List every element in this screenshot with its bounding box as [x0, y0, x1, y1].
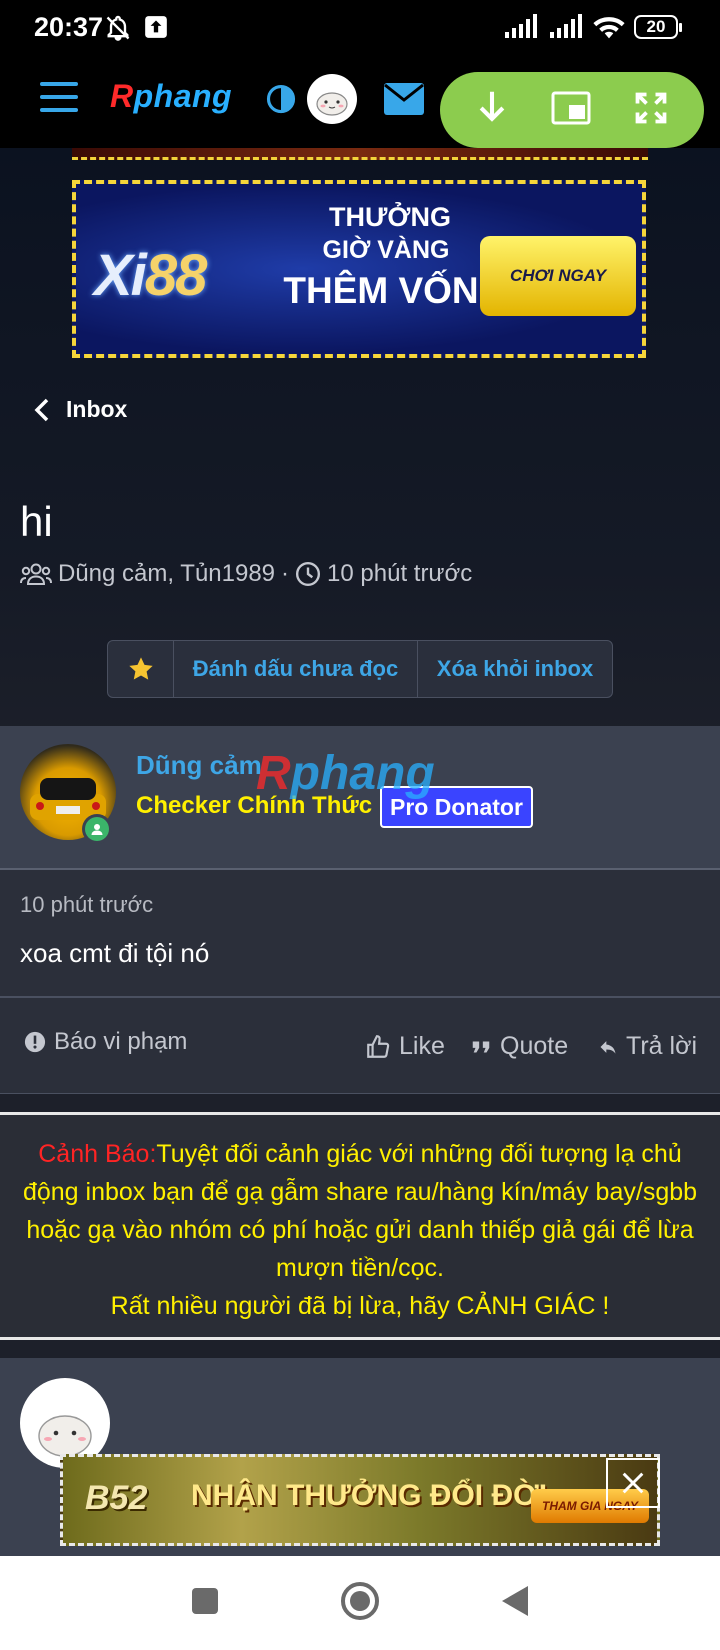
message-time[interactable]: 10 phút trước [20, 892, 153, 918]
close-icon[interactable] [606, 1458, 660, 1508]
back-label: Inbox [66, 396, 128, 422]
home-icon[interactable] [339, 1580, 381, 1627]
menu-icon[interactable] [40, 82, 78, 112]
picture-in-picture-icon[interactable] [551, 91, 591, 130]
warning-label: Cảnh Báo: [38, 1140, 157, 1168]
app-header: Rphang [0, 56, 720, 148]
like-button[interactable]: Like [365, 1032, 445, 1061]
star-icon [128, 657, 153, 680]
message-header: Dũng cảm Checker Chính Thức Pro Donator … [0, 726, 720, 870]
contrast-icon[interactable] [266, 84, 296, 119]
thread-action-bar: Đánh dấu chưa đọc Xóa khỏi inbox [107, 640, 613, 698]
reply-icon [600, 1040, 616, 1054]
message-text: xoa cmt đi tội nó [20, 938, 210, 968]
warning-text-2: Rất nhiều người đã bị lừa, hãy CẢNH GIÁC… [110, 1292, 610, 1320]
recent-apps-icon[interactable] [190, 1586, 220, 1621]
upload-icon [143, 14, 169, 45]
clock-icon [296, 561, 321, 587]
site-watermark: Rphang [256, 747, 435, 800]
ad-banner-b52[interactable]: B52 NHẬN THƯỞNG ĐỔI ĐỜI THAM GIA NGAY [60, 1454, 660, 1546]
alert-icon [24, 1031, 46, 1053]
ad-banner-xi88[interactable]: Xi88 THƯỞNG GIỜ VÀNG THÊM VỐN CHƠI NGAY [72, 180, 646, 358]
ad-logo: Xi88 [94, 243, 207, 308]
reply-label: Trả lời [626, 1032, 698, 1060]
wifi-icon [592, 14, 626, 45]
signal-icon [550, 14, 586, 43]
thumbs-up-icon [367, 1034, 390, 1058]
message-actions: Báo vi phạm Like Quote Trả lời [0, 998, 720, 1094]
ad-b52-slogan: NHẬN THƯỞNG ĐỔI ĐỜI [191, 1479, 548, 1512]
ad-play-button[interactable]: CHƠI NGAY [480, 236, 636, 316]
ad-line1: THƯỞNG [329, 202, 451, 232]
fullscreen-icon[interactable] [633, 90, 669, 131]
download-icon[interactable] [475, 89, 509, 132]
participants[interactable]: Dũng cảm, Tủn1989 [58, 560, 275, 588]
signal-icon [505, 14, 541, 43]
ad-b52-logo: B52 [85, 1479, 148, 1517]
star-button[interactable] [108, 641, 174, 697]
ad-line3: THÊM VỐN [283, 270, 479, 311]
thread-meta: Dũng cảm, Tủn1989 · 10 phút trước [20, 560, 472, 588]
online-status-icon [82, 814, 112, 844]
system-navigation-bar [0, 1556, 720, 1650]
avatar[interactable] [307, 74, 357, 124]
site-logo[interactable]: Rphang [110, 78, 232, 115]
thread-time: 10 phút trước [327, 560, 473, 587]
meta-separator: · [281, 560, 290, 587]
reply-button[interactable]: Trả lời [598, 1032, 697, 1061]
quote-icon [472, 1041, 490, 1052]
report-button[interactable]: Báo vi phạm [24, 1028, 187, 1056]
mail-icon[interactable] [383, 82, 425, 121]
remove-inbox-button[interactable]: Xóa khỏi inbox [418, 641, 612, 697]
back-icon[interactable] [500, 1584, 530, 1623]
message-body: 10 phút trước xoa cmt đi tội nó [0, 870, 720, 998]
users-icon [20, 563, 52, 585]
chevron-left-icon [34, 398, 49, 421]
battery-icon: 20 [634, 15, 682, 39]
quote-button[interactable]: Quote [470, 1032, 568, 1061]
status-time: 20:37 [34, 12, 104, 42]
status-bar: 20:37 20 [0, 0, 720, 56]
author-name[interactable]: Dũng cảm [136, 750, 262, 781]
scam-warning: Cảnh Báo:Tuyệt đối cảnh giác với những đ… [0, 1112, 720, 1340]
ad-line2: GIỜ VÀNG [322, 236, 450, 264]
mark-unread-button[interactable]: Đánh dấu chưa đọc [174, 641, 418, 697]
ad-banner-partial[interactable] [72, 148, 648, 160]
pip-controls [440, 72, 704, 148]
like-label: Like [399, 1032, 445, 1060]
page-title: hi [20, 498, 53, 545]
quote-label: Quote [500, 1032, 569, 1060]
page-content: Xi88 THƯỞNG GIỜ VÀNG THÊM VỐN CHƠI NGAY … [0, 148, 720, 1556]
bell-off-icon [104, 14, 132, 47]
report-label: Báo vi phạm [54, 1028, 188, 1055]
back-to-inbox-link[interactable]: Inbox [34, 396, 127, 423]
